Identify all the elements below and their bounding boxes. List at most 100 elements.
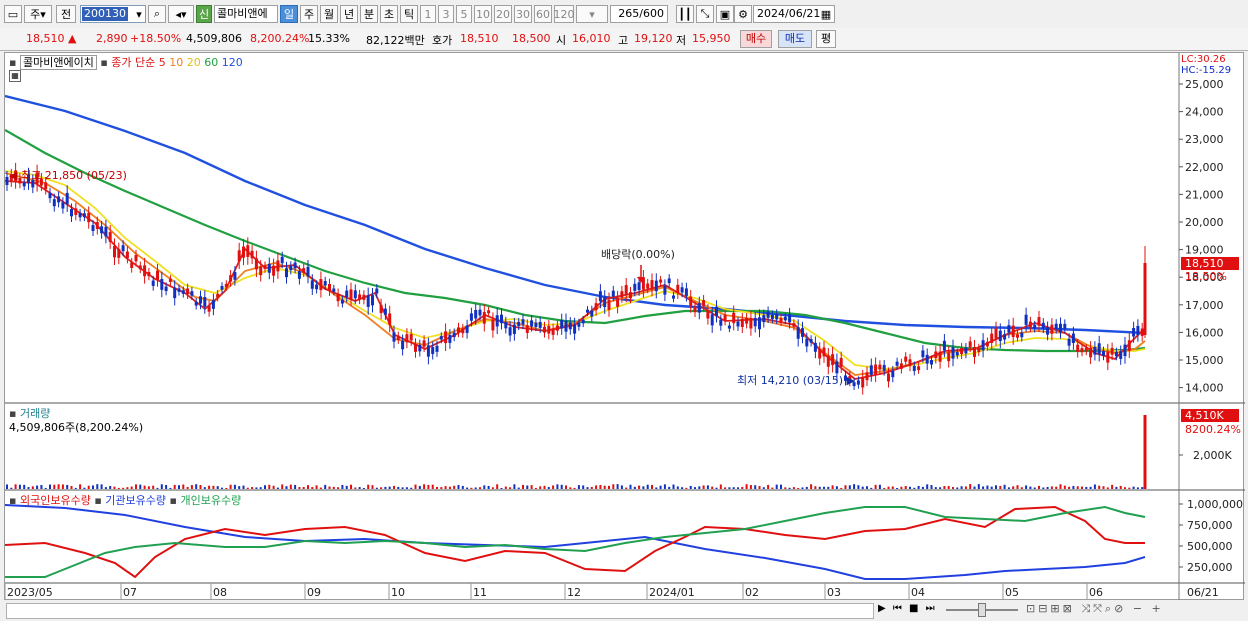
search-icon[interactable]: ⌕: [148, 5, 166, 23]
volume-bar: [633, 486, 636, 489]
volume-bar: [173, 484, 176, 489]
interval-20[interactable]: 20: [494, 5, 512, 23]
candle-body: [1110, 347, 1114, 355]
prev-button[interactable]: 전: [56, 5, 76, 23]
period-year[interactable]: 년: [340, 5, 358, 23]
candle-body: [702, 300, 706, 306]
volume-bar: [27, 487, 30, 489]
volume-bar: [268, 484, 271, 489]
volume-bar: [603, 485, 606, 489]
nav-buttons[interactable]: ▶ ⏮ ■ ⏭: [878, 603, 938, 617]
volume-bar: [427, 484, 430, 489]
interval-select[interactable]: ▾: [576, 5, 608, 23]
candle-body: [491, 319, 495, 331]
scroll-track[interactable]: [6, 603, 874, 619]
volume-bar: [117, 487, 120, 489]
layout-icon[interactable]: ▭: [4, 5, 22, 23]
interval-1[interactable]: 1: [420, 5, 436, 23]
eval-button[interactable]: 평: [816, 30, 836, 48]
interval-60[interactable]: 60: [534, 5, 552, 23]
volume-bar: [749, 485, 752, 489]
save-icon[interactable]: ▣: [716, 5, 734, 23]
stock-label[interactable]: 콜마비앤에이치: [19, 55, 97, 70]
candle-body: [302, 268, 306, 273]
holding-tick-label: 750,000: [1187, 519, 1233, 532]
period-tick[interactable]: 틱: [400, 5, 418, 23]
foreign-holding-label[interactable]: 외국인보유수량: [20, 494, 91, 507]
interval-120[interactable]: 120: [554, 5, 575, 23]
candle-body: [753, 317, 757, 327]
chart-area[interactable]: 25,000 24,000 23,000 22,000 21,000 20,000 19,0…: [4, 52, 1245, 601]
candle-body: [500, 314, 503, 324]
ma-label[interactable]: 종가 단순: [111, 56, 155, 69]
institution-holding-label[interactable]: 기관보유수량: [105, 494, 166, 507]
candle-icon[interactable]: ┃┃: [676, 5, 694, 23]
candle-body: [835, 361, 839, 374]
volume-bar: [410, 487, 413, 489]
tool-icons[interactable]: ⊡⊟⊞⊠ ⤨⤧⌕⊘ − +: [1026, 602, 1164, 616]
candle-body: [134, 255, 138, 262]
calendar-icon[interactable]: ▦: [818, 5, 834, 23]
candle-body: [310, 280, 314, 289]
candle-body: [577, 322, 581, 327]
period-day[interactable]: 일: [280, 5, 298, 23]
candle-body: [594, 303, 598, 311]
candle-body: [521, 319, 525, 325]
volume-bar: [405, 487, 408, 489]
volume-bar: [831, 485, 834, 489]
candle-body: [573, 324, 577, 334]
candle-body: [934, 351, 938, 359]
sound-icon[interactable]: ◂▾: [168, 5, 194, 23]
candle-body: [242, 246, 245, 258]
zoom-slider-thumb[interactable]: [978, 603, 986, 617]
volume-bar: [1093, 484, 1096, 489]
volume-bar: [874, 484, 877, 489]
interval-3[interactable]: 3: [438, 5, 454, 23]
volume-bar: [676, 486, 679, 489]
volume-bar: [1102, 486, 1105, 489]
candle-body: [839, 357, 843, 367]
volume-bar: [276, 487, 279, 489]
interval-10[interactable]: 10: [474, 5, 492, 23]
candle-body: [117, 249, 121, 258]
period-second[interactable]: 초: [380, 5, 398, 23]
candle-body: [237, 250, 241, 262]
bar-count-field[interactable]: 265/600: [610, 5, 668, 23]
candle-body: [1093, 346, 1097, 355]
period-month[interactable]: 월: [320, 5, 338, 23]
period-week[interactable]: 주: [300, 5, 318, 23]
x-axis-label: 11: [473, 586, 487, 599]
volume-bar: [367, 484, 370, 489]
line-tool-icon[interactable]: ⤡: [696, 5, 714, 23]
price-tag: 18,510: [1185, 257, 1224, 270]
buy-button[interactable]: 매수: [740, 30, 772, 48]
candle-body: [740, 318, 744, 328]
period-minute[interactable]: 분: [360, 5, 378, 23]
sell-button[interactable]: 매도: [778, 30, 812, 48]
candle-body: [654, 280, 658, 292]
table-icon[interactable]: ▦: [9, 70, 21, 82]
volume-bar: [651, 484, 653, 489]
candle-body: [611, 290, 615, 297]
interval-30[interactable]: 30: [514, 5, 532, 23]
volume-bar: [190, 485, 193, 489]
volume-bar: [780, 484, 782, 489]
volume-bar: [534, 487, 537, 489]
interval-5[interactable]: 5: [456, 5, 472, 23]
type-select[interactable]: 주 ▾: [24, 5, 52, 23]
holding-legend: ▪ 외국인보유수량 ▪ 기관보유수량 ▪ 개인보유수량: [9, 494, 242, 507]
gear-icon[interactable]: ⚙: [734, 5, 752, 23]
volume-bar: [1106, 487, 1109, 489]
price-change-pct: +18.50%: [130, 32, 182, 45]
volume-bar: [513, 484, 516, 489]
dropdown-icon[interactable]: ▾: [132, 5, 146, 23]
individual-holding-label[interactable]: 개인보유수량: [180, 494, 241, 507]
candle-body: [375, 288, 379, 294]
candle-body: [732, 312, 736, 324]
volume-bar: [964, 486, 967, 489]
volume-bar: [324, 484, 327, 489]
candle-body: [736, 321, 740, 327]
candle-body: [960, 347, 964, 355]
volume-bar: [1020, 487, 1023, 489]
volume-bar: [14, 484, 17, 489]
